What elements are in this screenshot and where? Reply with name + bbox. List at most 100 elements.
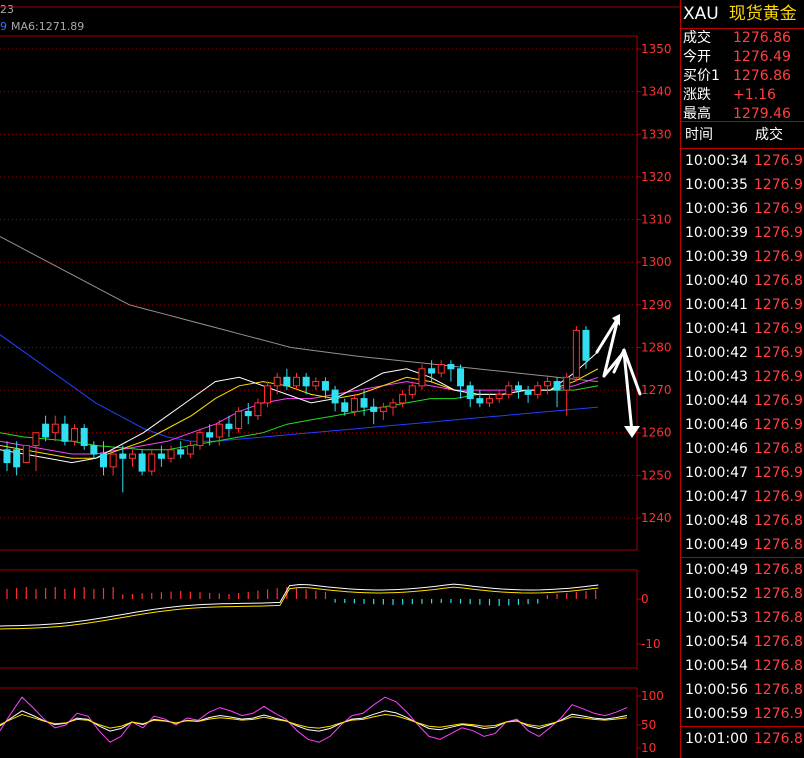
candle-body xyxy=(283,376,291,387)
candle-body xyxy=(524,389,532,395)
quote-row: 成交 1276.86 xyxy=(681,29,804,48)
candle-body xyxy=(534,385,542,395)
candle-body xyxy=(128,453,136,459)
candle-body xyxy=(109,453,117,468)
candle-body xyxy=(543,381,551,387)
trade-price: 1276.8 xyxy=(753,537,803,553)
trade-time: 10:00:39 xyxy=(685,249,748,265)
trade-time: 10:00:42 xyxy=(685,345,748,361)
price-chart[interactable]: 1350 1340 1330 1320 1310 1300 1290 1280 1270 1260… xyxy=(0,0,680,758)
quote-label: 成交 xyxy=(683,30,711,46)
candle-body xyxy=(399,393,407,404)
candle-body xyxy=(264,385,272,404)
annotation-arrowhead xyxy=(624,426,640,438)
trade-price: 1276.9 xyxy=(753,153,803,169)
chart-area[interactable]: 23 9 MA6:1271.89 1350 1340 1330 1320 1310 1300… xyxy=(0,0,680,758)
trade-price: 1276.8 xyxy=(753,273,803,289)
kdj-tick-label: 100 xyxy=(641,689,664,703)
quote-value: 1279.46 xyxy=(733,106,791,122)
candle-body xyxy=(22,445,30,464)
candle-body xyxy=(215,423,223,438)
trade-time: 10:00:36 xyxy=(685,201,748,217)
trade-time: 10:00:35 xyxy=(685,177,748,193)
price-tick-label: 1310 xyxy=(641,213,672,227)
trade-row: 10:00:54 1276.8 xyxy=(681,654,804,678)
trade-row: 10:00:47 1276.9 xyxy=(681,461,804,485)
quote-value: 1276.86 xyxy=(733,30,791,46)
candle-body xyxy=(466,385,474,400)
candle-body xyxy=(148,453,156,472)
kdj-tick-label: 50 xyxy=(641,718,656,732)
trade-time: 10:01:00 xyxy=(685,731,748,747)
candle-body xyxy=(563,376,571,391)
trade-price: 1276.9 xyxy=(753,249,803,265)
macd-tick-label: -10 xyxy=(641,637,661,651)
moving-average-line xyxy=(0,351,599,464)
trade-row: 10:00:48 1276.8 xyxy=(681,509,804,533)
candle-body xyxy=(100,453,107,468)
moving-average-line xyxy=(0,236,599,383)
macd-tick-label: 0 xyxy=(641,592,649,606)
candle-body xyxy=(13,449,21,468)
candle-body xyxy=(553,381,561,391)
quote-box: 成交 1276.86 今开 1276.49 买价1 1276.86 涨跌 +1.16 最高 127… xyxy=(681,29,804,122)
quote-panel: XAU 现货黄金 成交 1276.86 今开 1276.49 买价1 1276.86 涨跌 +1… xyxy=(680,0,804,758)
candle-body xyxy=(206,432,214,438)
kdj-j-line xyxy=(0,696,628,743)
trade-row: 10:00:43 1276.9 xyxy=(681,365,804,389)
trade-row: 10:00:53 1276.8 xyxy=(681,606,804,630)
trade-price: 1276.8 xyxy=(753,610,803,626)
trade-row: 10:00:35 1276.9 xyxy=(681,173,804,197)
candle-body xyxy=(428,368,436,374)
trade-row: 10:00:49 1276.8 xyxy=(681,558,804,582)
candle-body xyxy=(302,376,310,387)
quote-value: 1276.49 xyxy=(733,49,791,65)
quote-row: 今开 1276.49 xyxy=(681,48,804,67)
trade-time: 10:00:49 xyxy=(685,562,748,578)
trade-time: 10:00:34 xyxy=(685,153,748,169)
quote-row: 买价1 1276.86 xyxy=(681,67,804,86)
trade-row: 10:00:40 1276.8 xyxy=(681,269,804,293)
symbol-name: 现货黄金 xyxy=(728,4,797,24)
trade-time: 10:00:56 xyxy=(685,682,748,698)
price-tick-label: 1330 xyxy=(641,127,672,141)
trade-price: 1276.9 xyxy=(753,489,803,505)
trade-row: 10:00:52 1276.8 xyxy=(681,582,804,606)
trade-time: 10:00:43 xyxy=(685,369,748,385)
candle-body xyxy=(341,402,349,412)
candle-body xyxy=(476,398,484,404)
trade-price: 1276.9 xyxy=(753,393,803,409)
trade-price-header: 成交 xyxy=(755,127,783,143)
trade-time: 10:00:44 xyxy=(685,393,748,409)
trade-list-header: 时间 成交 xyxy=(681,122,804,149)
trade-row: 10:00:34 1276.9 xyxy=(681,149,804,173)
price-tick-label: 1300 xyxy=(641,255,672,269)
trade-time: 10:00:40 xyxy=(685,273,748,289)
candle-body xyxy=(235,410,243,429)
trade-price: 1276.8 xyxy=(753,682,803,698)
trade-price: 1276.9 xyxy=(753,369,803,385)
trade-row: 10:00:54 1276.8 xyxy=(681,630,804,654)
price-tick-label: 1280 xyxy=(641,340,672,354)
trade-price: 1276.8 xyxy=(753,441,803,457)
candle-body xyxy=(360,398,368,408)
candle-body xyxy=(514,385,522,391)
trade-row: 10:01:00 1276.8 xyxy=(681,727,804,751)
trade-price: 1276.8 xyxy=(753,658,803,674)
trade-time: 10:00:39 xyxy=(685,225,748,241)
trade-time-header: 时间 xyxy=(685,127,713,143)
candle-body xyxy=(90,445,98,455)
trade-price: 1276.9 xyxy=(753,345,803,361)
price-tick-label: 1350 xyxy=(641,42,672,56)
trade-price: 1276.9 xyxy=(753,465,803,481)
trade-price: 1276.9 xyxy=(753,177,803,193)
price-tick-label: 1250 xyxy=(641,468,672,482)
trade-list[interactable]: 10:00:34 1276.9 10:00:35 1276.9 10:00:36 1276… xyxy=(681,149,804,751)
trade-row: 10:00:39 1276.9 xyxy=(681,245,804,269)
trade-row: 10:00:42 1276.9 xyxy=(681,341,804,365)
trade-price: 1276.9 xyxy=(753,417,803,433)
candle-body xyxy=(389,402,397,408)
candle-body xyxy=(254,402,262,417)
candle-body xyxy=(51,423,59,434)
panel-title: XAU 现货黄金 xyxy=(681,0,804,29)
